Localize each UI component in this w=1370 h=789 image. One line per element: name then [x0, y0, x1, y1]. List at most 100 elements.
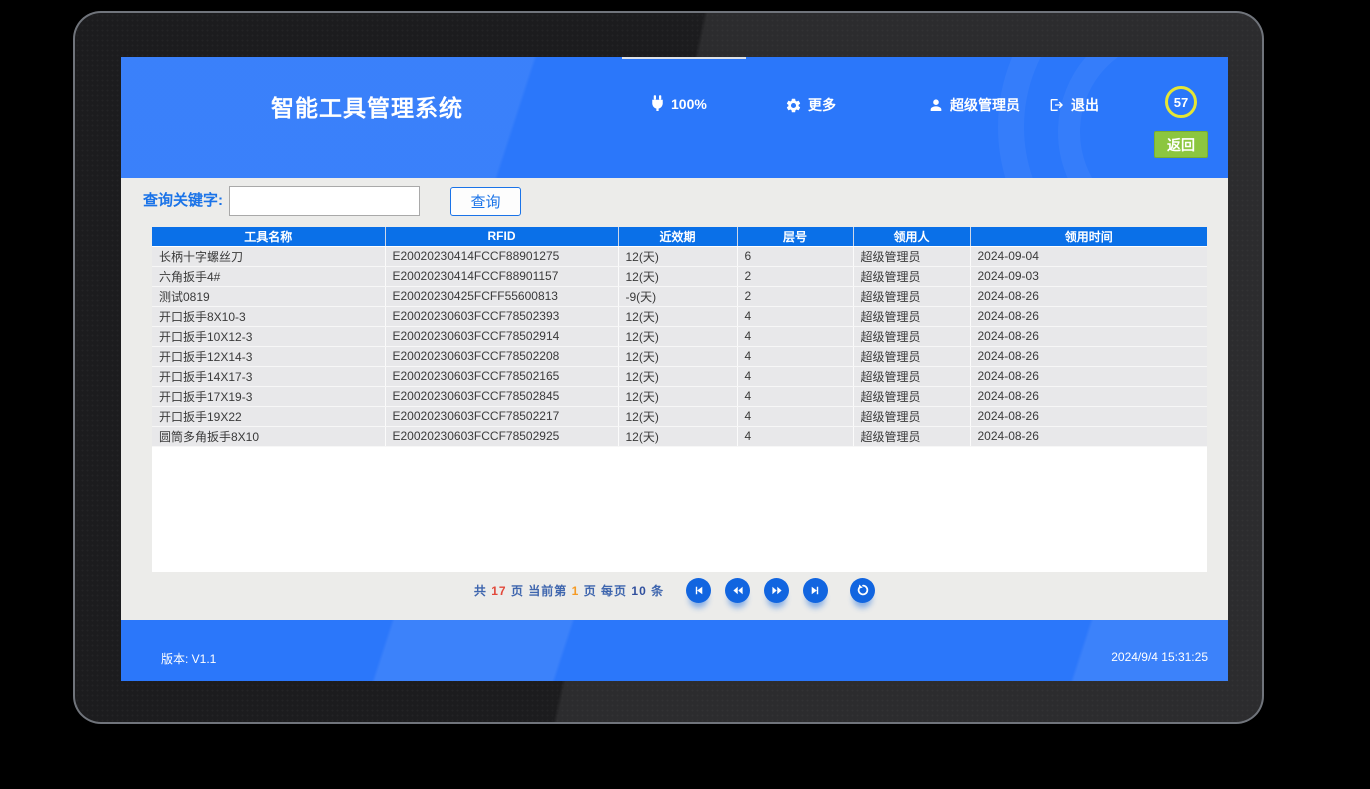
- count-badge[interactable]: 57: [1165, 86, 1197, 118]
- table-row[interactable]: 圆筒多角扳手8X10E20020230603FCCF7850292512(天)4…: [152, 426, 1207, 446]
- table-cell: E20020230425FCFF55600813: [385, 286, 618, 306]
- column-header-borrow-time: 领用时间: [970, 227, 1207, 246]
- table-cell: 超级管理员: [853, 266, 970, 286]
- column-header-rfid: RFID: [385, 227, 618, 246]
- table-cell: 开口扳手14X17-3: [152, 366, 385, 386]
- table-cell: 超级管理员: [853, 346, 970, 366]
- table-cell: 2024-08-26: [970, 306, 1207, 326]
- table-cell: 4: [737, 386, 853, 406]
- search-button[interactable]: 查询: [450, 187, 521, 216]
- table-cell: 2024-08-26: [970, 366, 1207, 386]
- current-user[interactable]: 超级管理员: [928, 95, 1020, 115]
- battery-level-label: 100%: [671, 96, 707, 112]
- table-cell: 超级管理员: [853, 406, 970, 426]
- table-cell: E20020230603FCCF78502845: [385, 386, 618, 406]
- table-cell: 4: [737, 426, 853, 446]
- table-cell: 12(天): [618, 386, 737, 406]
- table-row[interactable]: 开口扳手8X10-3E20020230603FCCF7850239312(天)4…: [152, 306, 1207, 326]
- table-row[interactable]: 开口扳手10X12-3E20020230603FCCF7850291412(天)…: [152, 326, 1207, 346]
- table-cell: E20020230603FCCF78502217: [385, 406, 618, 426]
- logout-icon: [1049, 97, 1065, 113]
- pagination-per-page-unit: 条: [651, 584, 664, 598]
- battery-status: 100%: [650, 95, 707, 112]
- table-cell: 2: [737, 266, 853, 286]
- tools-table-panel: 工具名称 RFID 近效期 层号 领用人 领用时间 长柄十字螺丝刀E200202…: [152, 227, 1207, 572]
- table-cell: 12(天): [618, 326, 737, 346]
- prev-page-icon: [731, 584, 745, 597]
- table-cell: 2024-09-04: [970, 246, 1207, 266]
- pagination-current-page: 1: [572, 584, 580, 598]
- table-cell: 2024-08-26: [970, 326, 1207, 346]
- table-cell: 2024-08-26: [970, 346, 1207, 366]
- table-cell: 4: [737, 366, 853, 386]
- gear-icon: [785, 97, 802, 114]
- more-label: 更多: [808, 95, 836, 115]
- logout-button[interactable]: 退出: [1049, 95, 1099, 115]
- user-icon: [928, 97, 944, 113]
- table-cell: 开口扳手8X10-3: [152, 306, 385, 326]
- next-page-icon: [770, 584, 784, 597]
- app-header: 智能工具管理系统 100%: [121, 57, 1228, 178]
- user-label: 超级管理员: [950, 95, 1020, 115]
- pagination-current-label: 当前第: [528, 584, 567, 598]
- table-cell: 12(天): [618, 266, 737, 286]
- pagination-total-label: 共: [474, 584, 487, 598]
- table-cell: 开口扳手19X22: [152, 406, 385, 426]
- table-cell: E20020230414FCCF88901157: [385, 266, 618, 286]
- last-page-button[interactable]: [803, 578, 828, 603]
- table-cell: 4: [737, 406, 853, 426]
- table-cell: 2024-08-26: [970, 426, 1207, 446]
- column-header-expiry: 近效期: [618, 227, 737, 246]
- table-row[interactable]: 长柄十字螺丝刀E20020230414FCCF8890127512(天)6超级管…: [152, 246, 1207, 266]
- next-page-button[interactable]: [764, 578, 789, 603]
- table-cell: 圆筒多角扳手8X10: [152, 426, 385, 446]
- search-keyword-input[interactable]: [229, 186, 420, 216]
- table-cell: 超级管理员: [853, 246, 970, 266]
- table-cell: 开口扳手10X12-3: [152, 326, 385, 346]
- table-cell: -9(天): [618, 286, 737, 306]
- table-row[interactable]: 开口扳手12X14-3E20020230603FCCF7850220812(天)…: [152, 346, 1207, 366]
- table-row[interactable]: 开口扳手19X22E20020230603FCCF7850221712(天)4超…: [152, 406, 1207, 426]
- table-cell: E20020230603FCCF78502925: [385, 426, 618, 446]
- table-cell: 12(天): [618, 306, 737, 326]
- table-row[interactable]: 测试0819E20020230425FCFF55600813-9(天)2超级管理…: [152, 286, 1207, 306]
- table-cell: E20020230603FCCF78502914: [385, 326, 618, 346]
- pagination-bar: 共 17 页 当前第 1 页 每页 10 条: [121, 573, 1228, 607]
- prev-page-button[interactable]: [725, 578, 750, 603]
- table-cell: E20020230414FCCF88901275: [385, 246, 618, 266]
- logout-label: 退出: [1071, 95, 1099, 115]
- table-cell: 2: [737, 286, 853, 306]
- column-header-recipient: 领用人: [853, 227, 970, 246]
- refresh-button[interactable]: [850, 578, 875, 603]
- more-menu[interactable]: 更多: [785, 95, 836, 115]
- table-cell: E20020230603FCCF78502165: [385, 366, 618, 386]
- table-cell: 4: [737, 326, 853, 346]
- pagination-per-page-label: 每页: [601, 584, 627, 598]
- pagination-total-pages: 17: [491, 584, 506, 598]
- column-header-tool-name: 工具名称: [152, 227, 385, 246]
- first-page-icon: [692, 584, 705, 597]
- app-footer: 版本: V1.1 2024/9/4 15:31:25: [121, 620, 1228, 681]
- table-row[interactable]: 开口扳手14X17-3E20020230603FCCF7850216512(天)…: [152, 366, 1207, 386]
- table-cell: 12(天): [618, 246, 737, 266]
- table-cell: 12(天): [618, 406, 737, 426]
- refresh-icon: [856, 583, 870, 597]
- table-cell: E20020230603FCCF78502393: [385, 306, 618, 326]
- table-cell: 超级管理员: [853, 386, 970, 406]
- table-cell: 超级管理员: [853, 326, 970, 346]
- table-cell: 长柄十字螺丝刀: [152, 246, 385, 266]
- search-button-label: 查询: [470, 191, 500, 212]
- tools-table: 工具名称 RFID 近效期 层号 领用人 领用时间 长柄十字螺丝刀E200202…: [152, 227, 1207, 447]
- search-row: 查询关键字: 查询: [121, 178, 1228, 227]
- table-body: 长柄十字螺丝刀E20020230414FCCF8890127512(天)6超级管…: [152, 246, 1207, 446]
- table-cell: 开口扳手17X19-3: [152, 386, 385, 406]
- table-row[interactable]: 开口扳手17X19-3E20020230603FCCF7850284512(天)…: [152, 386, 1207, 406]
- table-cell: 测试0819: [152, 286, 385, 306]
- first-page-button[interactable]: [686, 578, 711, 603]
- count-badge-value: 57: [1174, 95, 1188, 110]
- screen-notch-line: [622, 57, 746, 59]
- datetime-label: 2024/9/4 15:31:25: [1111, 650, 1208, 664]
- table-row[interactable]: 六角扳手4#E20020230414FCCF8890115712(天)2超级管理…: [152, 266, 1207, 286]
- table-cell: 超级管理员: [853, 366, 970, 386]
- back-button[interactable]: 返回: [1154, 131, 1208, 158]
